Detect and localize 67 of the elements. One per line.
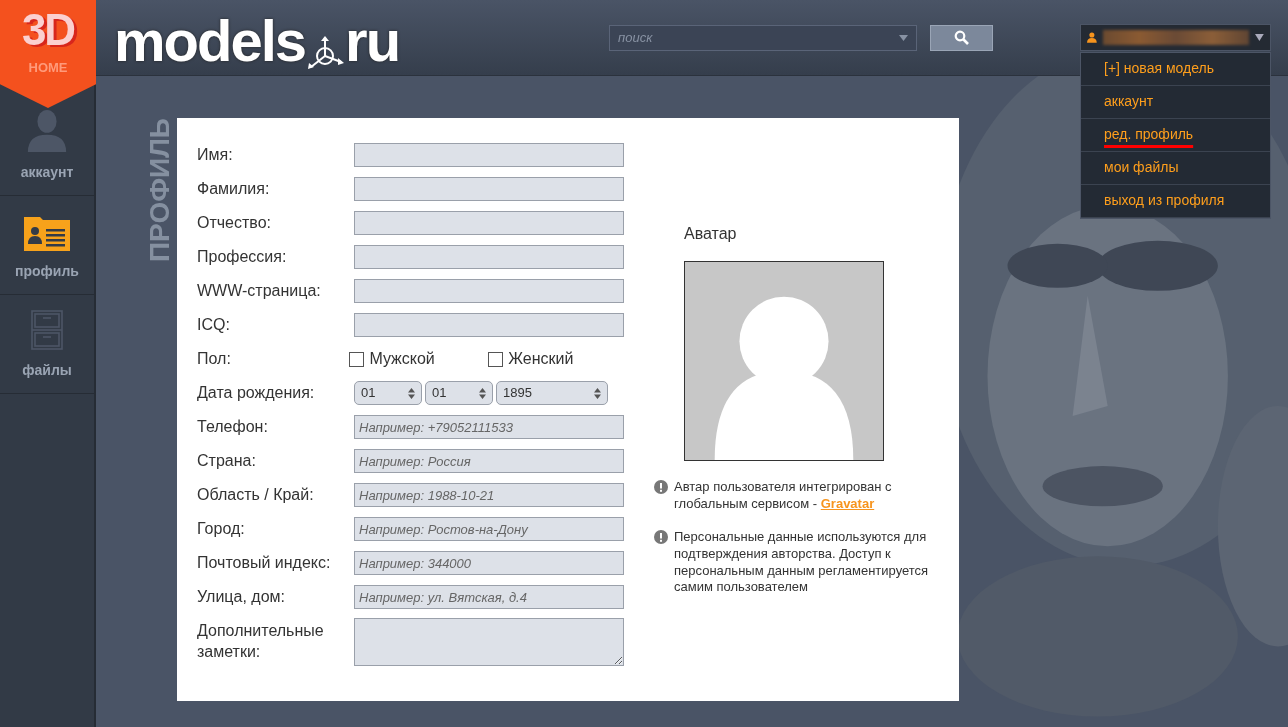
- field-label: Имя:: [197, 144, 234, 165]
- field-label: ICQ:: [197, 314, 231, 335]
- menu-item[interactable]: выход из профиля: [1081, 185, 1270, 218]
- field-label: Дата рождения:: [197, 382, 316, 403]
- search-icon: [954, 30, 970, 45]
- input-field[interactable]: [354, 313, 624, 337]
- spinner-arrows-icon: [479, 387, 486, 399]
- field-label: Телефон:: [197, 416, 269, 437]
- input-field[interactable]: [354, 143, 624, 167]
- section-title: ПРОФИЛЬ: [143, 118, 176, 262]
- search-field[interactable]: поиск: [609, 24, 918, 51]
- field-label: Почтовый индекс:: [197, 552, 332, 573]
- input-field[interactable]: Например: ул. Вятская, д.4: [354, 585, 624, 609]
- select-field[interactable]: 01: [354, 381, 422, 405]
- menu-item[interactable]: ред. профиль: [1081, 119, 1270, 152]
- note-text: Персональные данные используются для подтверждения авторства. Доступ к персональным данным регламентируется самим пользователем: [674, 528, 930, 597]
- input-field[interactable]: [354, 245, 624, 269]
- field-label: Улица, дом:: [197, 586, 286, 607]
- input-field[interactable]: Например: +79052111533: [354, 415, 624, 439]
- dropdown-caret-icon: [899, 34, 909, 41]
- field-label: Пол:: [197, 348, 232, 369]
- field-label: Область / Край:: [197, 484, 315, 505]
- input-field[interactable]: [354, 177, 624, 201]
- input-field[interactable]: [354, 279, 624, 303]
- sidebar-item[interactable]: профиль: [0, 196, 94, 295]
- field-label: Фамилия:: [197, 178, 271, 199]
- checkbox[interactable]: [488, 351, 504, 367]
- field-label: Дополнительные заметки:: [197, 621, 325, 662]
- notes-field[interactable]: [354, 618, 624, 666]
- spinner-arrows-icon: [594, 387, 601, 399]
- input-field[interactable]: Например: Россия: [354, 449, 624, 473]
- field-label: Профессия:: [197, 246, 288, 267]
- input-field[interactable]: Например: 344000: [354, 551, 624, 575]
- axes-icon: [305, 35, 346, 70]
- sidebar-item[interactable]: файлы: [0, 295, 94, 394]
- avatar-title: Аватар: [684, 224, 738, 244]
- field-label: Город:: [197, 518, 246, 539]
- menu-item[interactable]: мои файлы: [1081, 152, 1270, 185]
- checkbox[interactable]: [349, 351, 365, 367]
- sidebar-item[interactable]: аккаунт: [0, 108, 94, 196]
- checkbox-label[interactable]: Мужской: [369, 347, 435, 371]
- caret-icon: [1255, 34, 1264, 41]
- note-text: Автар пользователя интегрирован с глобальным сервисом - Gravatar: [674, 479, 893, 513]
- logo-subtitle: HOME: [28, 59, 68, 77]
- input-field[interactable]: Например: 1988-10-21: [354, 483, 624, 507]
- menu-item[interactable]: [+] новая модель: [1081, 53, 1270, 86]
- user-dropdown[interactable]: [1080, 24, 1271, 51]
- info-icon: [654, 480, 668, 494]
- logo-text: 3D: [21, 8, 75, 52]
- user-icon: [1087, 32, 1097, 43]
- input-field[interactable]: Например: Ростов-на-Дону: [354, 517, 624, 541]
- field-label: Отчество:: [197, 212, 272, 233]
- person-icon: [27, 108, 67, 152]
- checkbox-label[interactable]: Женский: [508, 347, 574, 371]
- site-domain: ru: [345, 11, 400, 70]
- select-field[interactable]: 01: [425, 381, 493, 405]
- search-button[interactable]: [930, 24, 994, 51]
- site-name: models: [114, 11, 306, 70]
- field-label: WWW-страница:: [197, 280, 322, 301]
- field-label: Страна:: [197, 450, 257, 471]
- id-card-icon: [24, 215, 70, 251]
- file-cabinet-icon: [31, 310, 63, 350]
- select-field[interactable]: 1895: [496, 381, 608, 405]
- info-icon: [654, 529, 668, 544]
- input-field[interactable]: [354, 211, 624, 235]
- spinner-arrows-icon: [408, 387, 415, 399]
- menu-item[interactable]: аккаунт: [1081, 86, 1270, 119]
